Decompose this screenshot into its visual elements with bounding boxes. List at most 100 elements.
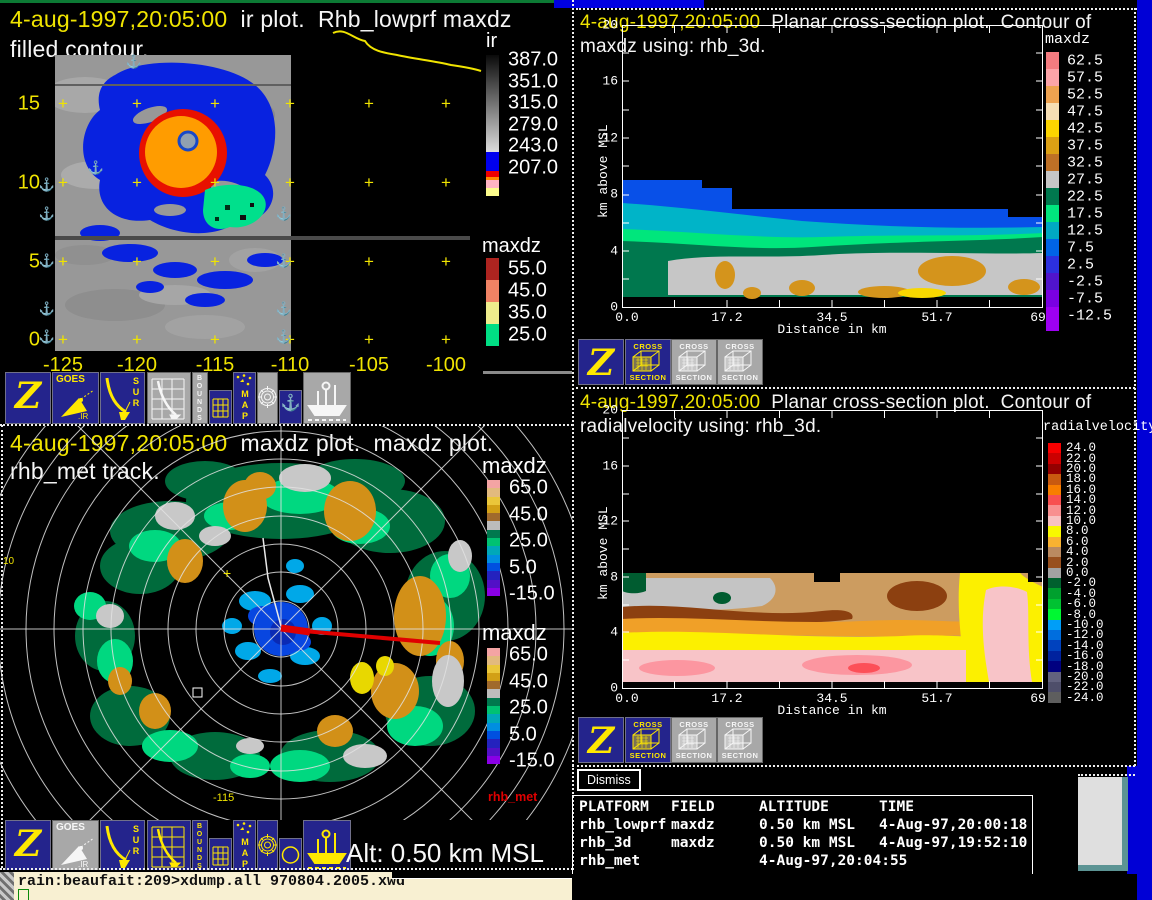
zeb-logo-button[interactable]: Z [5, 372, 51, 424]
terminal-window[interactable]: rain:beaufait:209>xdump.all 970804.2005.… [0, 870, 572, 900]
table-cell: PLATFORM [579, 799, 649, 815]
panel-divider [1, 425, 3, 868]
tick-label: 8 [610, 570, 618, 585]
cross-section-button-1[interactable]: CROSS SECTION [625, 339, 671, 385]
table-cell: rhb_3d [579, 835, 631, 851]
goes-ir-button[interactable]: GOES .IR [52, 820, 99, 872]
zeb-logo-button[interactable]: Z [578, 339, 624, 385]
colorbar-segment [486, 188, 499, 196]
grid-plus-mark: + [58, 330, 68, 350]
colorbar-segment [487, 488, 500, 496]
table-cell: 4-Aug-97,20:00:18 [879, 817, 1027, 833]
cross-section-button-2[interactable]: CROSS SECTION [671, 339, 717, 385]
table-cell: TIME [879, 799, 914, 815]
panel-divider [572, 765, 1135, 767]
map-specks-icon [234, 373, 255, 389]
colorbar-label: 243.0 [508, 135, 558, 158]
map-button[interactable]: MAP [233, 372, 256, 424]
colorbar-segment [486, 180, 499, 188]
grid-button[interactable] [209, 390, 232, 424]
colorbar-label: -12.5 [1067, 307, 1112, 324]
colorbar-segment [1048, 620, 1061, 630]
surveillance-radar-button[interactable]: SUR [100, 372, 145, 424]
svg-text:+: + [223, 565, 231, 581]
cross-section-button-1[interactable]: CROSS SECTION [625, 717, 671, 763]
colorbar-segment [487, 571, 500, 579]
range-rings-button[interactable] [257, 820, 278, 872]
colorbar-label: -15.0 [509, 750, 555, 773]
colorbar-label: -2.5 [1067, 273, 1103, 290]
zeb-logo-button[interactable]: Z [5, 820, 51, 872]
terminal-scroll-strip[interactable] [0, 872, 14, 900]
colorbar-label: 52.5 [1067, 86, 1103, 103]
colorbar-segment [1048, 495, 1061, 505]
colorbar-segment [486, 324, 499, 346]
tr-panel-title-2: maxdz using: rhb_3d. [580, 36, 766, 58]
tick-label: 17.2 [711, 691, 742, 706]
colorbar-segment [1046, 222, 1059, 239]
colorbar-label: 25.0 [509, 697, 548, 720]
grid-plus-mark: + [285, 94, 295, 114]
goes-dish-icon: .IR [53, 833, 98, 869]
colorbar-segment [487, 505, 500, 513]
colorbar-segment [1048, 516, 1061, 526]
tl-timestamp: 4-aug-1997,20:05:00 [10, 6, 227, 32]
table-cell: rhb_met [579, 853, 640, 869]
colorbar-segment [1046, 69, 1059, 86]
buoy-icon: ⚓ [39, 301, 55, 317]
section-label: SECTION [672, 751, 716, 760]
tick-label: 16 [602, 74, 618, 89]
section-label: SECTION [718, 373, 762, 382]
cross-section-button-2[interactable]: CROSS SECTION [671, 717, 717, 763]
grid-plus-mark: + [132, 94, 142, 114]
map-button[interactable]: MAP [233, 820, 256, 872]
cross-section-button-3[interactable]: CROSS SECTION [717, 717, 763, 763]
colorbar-segment [1046, 171, 1059, 188]
tr-scale-title: maxdz [1045, 31, 1090, 48]
radar-dish-icon [101, 821, 131, 869]
table-row: rhb_3dmaxdz0.50 km MSL4-Aug-97,19:52:10 [579, 835, 1032, 853]
tr-maxdz-colorbar: 62.557.552.547.542.537.532.527.522.517.5… [1046, 52, 1134, 352]
table-cell: 0.50 km MSL [759, 835, 855, 851]
buoy-button[interactable]: ⚓ [279, 390, 302, 424]
radar-grid-button[interactable] [147, 820, 191, 872]
ship-button[interactable] [303, 372, 351, 424]
ship-button[interactable] [303, 820, 351, 872]
bounds-button[interactable]: BOUNDS [192, 820, 208, 872]
panel-divider [576, 387, 1135, 389]
zeb-logo-button[interactable]: Z [578, 717, 624, 763]
goes-ir-button[interactable]: GOES .IR [52, 372, 99, 424]
goes-label: GOES [56, 822, 85, 833]
range-rings-button[interactable] [257, 372, 278, 424]
colorbar-label: 37.5 [1067, 137, 1103, 154]
buoy-icon: ⚓ [276, 329, 292, 345]
grid-plus-mark: + [364, 94, 374, 114]
colorbar-label: 45.0 [509, 670, 548, 693]
surveillance-radar-button[interactable]: SUR [100, 820, 145, 872]
table-header-row: PLATFORMFIELDALTITUDETIME [579, 799, 1032, 817]
colorbar-segment [1048, 526, 1061, 536]
dismiss-button[interactable]: Dismiss [577, 769, 641, 791]
grid-plus-mark: + [132, 330, 142, 350]
top-green-border [0, 0, 554, 3]
radar-grid-icon [148, 373, 188, 421]
bl-range-label: -115 [213, 792, 234, 804]
colorbar-label: 2.5 [1067, 256, 1094, 273]
ship-icon [304, 373, 350, 423]
buoy-button[interactable] [279, 838, 302, 872]
grid-button[interactable] [209, 838, 232, 872]
svg-text:.IR: .IR [78, 412, 88, 421]
radar-grid-button[interactable] [147, 372, 191, 424]
coastline-overlay [325, 25, 485, 75]
cross-section-button-3[interactable]: CROSS SECTION [717, 339, 763, 385]
tr-cross-section-canvas [622, 25, 1043, 308]
bl-maxdz1-title: maxdz [482, 453, 547, 479]
info-scrollbar[interactable] [1078, 777, 1128, 871]
cross-section-cube-icon [630, 350, 664, 374]
tick-label: 20 [602, 403, 618, 418]
tick-label: 0.0 [615, 310, 638, 325]
colorbar-label: 17.5 [1067, 205, 1103, 222]
colorbar-segment [1046, 154, 1059, 171]
table-cell: 4-Aug-97,19:52:10 [879, 835, 1027, 851]
bounds-button[interactable]: BOUNDS [192, 372, 208, 424]
